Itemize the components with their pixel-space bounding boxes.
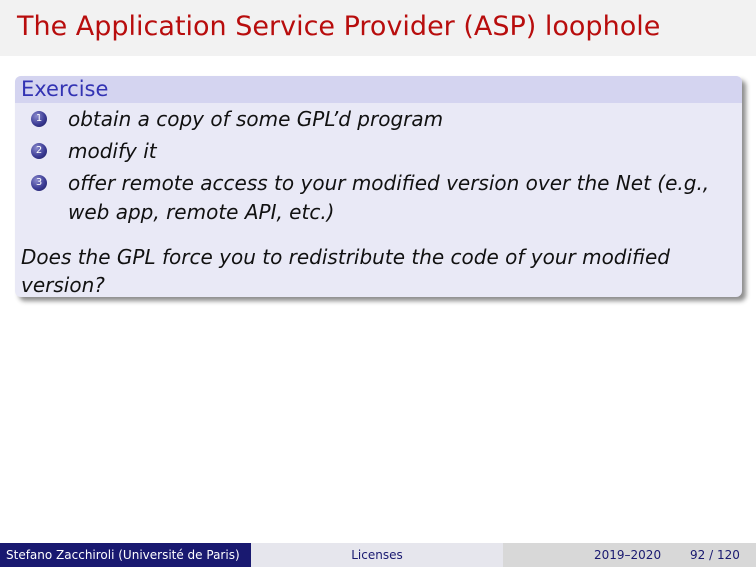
footer-author-section: Stefano Zacchiroli (Université de Paris): [0, 543, 251, 567]
footer-bar: Stefano Zacchiroli (Université de Paris)…: [0, 543, 756, 567]
frame-title-bar: The Application Service Provider (ASP) l…: [0, 0, 756, 56]
list-item-text: obtain a copy of some GPL’d program: [68, 107, 444, 131]
footer-page-number: 92 / 120: [690, 548, 740, 562]
list-item-text: offer remote access to your modified ver…: [68, 171, 710, 224]
footer-section-title: Licenses: [251, 543, 503, 567]
question-text: Does the GPL force you to redistribute t…: [21, 245, 670, 297]
footer-info-section: 2019–2020 92 / 120: [503, 543, 756, 567]
footer-author: Stefano Zacchiroli (Université de Paris): [6, 548, 240, 562]
block-body: 1 obtain a copy of some GPL’d program 2 …: [15, 103, 742, 297]
block-title: Exercise: [21, 77, 109, 101]
number-bullet-icon: 1: [31, 111, 47, 127]
number-bullet-icon: 2: [31, 143, 47, 159]
list-item-text: modify it: [68, 139, 157, 163]
number-bullet-icon: 3: [31, 175, 47, 191]
slide-title: The Application Service Provider (ASP) l…: [17, 11, 661, 42]
exercise-block: Exercise 1 obtain a copy of some GPL’d p…: [15, 76, 742, 297]
block-header: Exercise: [15, 76, 742, 103]
footer-date: 2019–2020: [594, 548, 662, 562]
